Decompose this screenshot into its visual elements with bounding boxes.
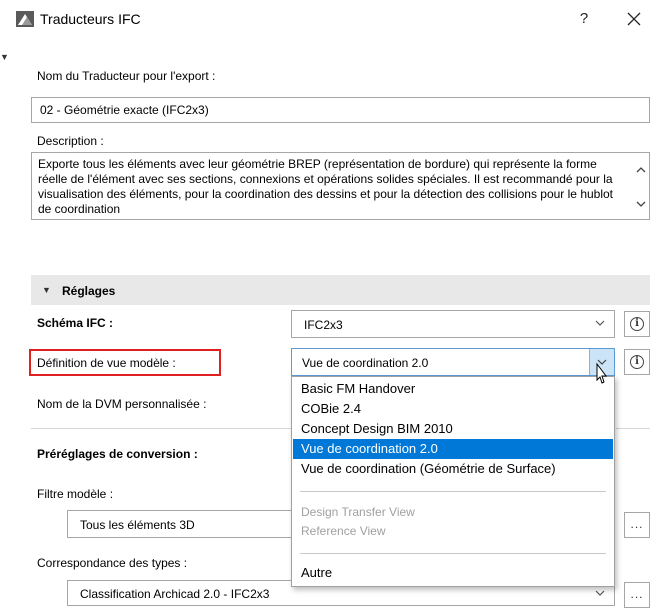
description-label: Description : — [37, 134, 104, 148]
model-filter-more-button[interactable]: ... — [624, 512, 650, 538]
translator-name-input[interactable]: 02 - Géométrie exacte (IFC2x3) — [31, 97, 650, 123]
dropdown-item-cobie[interactable]: COBie 2.4 — [293, 399, 613, 419]
mvd-value: Vue de coordination 2.0 — [302, 356, 429, 370]
close-button[interactable] — [620, 6, 648, 32]
mvd-dropdown-list: Basic FM Handover COBie 2.4 Concept Desi… — [291, 376, 615, 587]
dropdown-item-coordination-view[interactable]: Vue de coordination 2.0 — [293, 439, 613, 459]
app-icon — [16, 11, 34, 27]
mvd-label: Définition de vue modèle : — [37, 356, 176, 370]
type-mapping-more-button[interactable]: ... — [624, 582, 650, 608]
divider — [616, 428, 650, 429]
chevron-down-icon — [595, 590, 605, 596]
chevron-down-icon — [595, 320, 605, 326]
ifc-schema-label: Schéma IFC : — [37, 316, 114, 330]
dropdown-item-coordination-surface[interactable]: Vue de coordination (Géométrie de Surfac… — [293, 459, 613, 479]
custom-mvd-label: Nom de la DVM personnalisée : — [37, 397, 207, 411]
type-mapping-label: Correspondance des types : — [37, 556, 188, 570]
model-filter-label: Filtre modèle : — [37, 487, 114, 501]
conversion-presets-label: Préréglages de conversion : — [37, 447, 198, 461]
window-title: Traducteurs IFC — [40, 11, 141, 27]
translator-name-value: 02 - Géométrie exacte (IFC2x3) — [40, 103, 209, 117]
scroll-up-icon[interactable] — [634, 163, 648, 177]
dropdown-item-concept-design[interactable]: Concept Design BIM 2010 — [293, 419, 613, 439]
info-icon: i — [630, 317, 644, 331]
dropdown-separator — [300, 553, 606, 554]
help-button[interactable]: ? — [572, 8, 596, 30]
dropdown-item-reference-view: Reference View — [301, 524, 386, 538]
close-icon — [627, 12, 641, 26]
mouse-cursor-icon — [596, 362, 607, 384]
description-text: Exporte tous les éléments avec leur géom… — [38, 157, 614, 216]
model-filter-value: Tous les éléments 3D — [80, 518, 195, 532]
dropdown-item-other[interactable]: Autre — [293, 563, 613, 583]
info-icon: i — [630, 355, 644, 369]
more-label: ... — [630, 587, 644, 601]
ifc-schema-select[interactable]: IFC2x3 — [291, 310, 615, 338]
more-label: ... — [630, 517, 644, 531]
settings-section-header[interactable] — [31, 275, 650, 305]
mvd-info-button[interactable]: i — [624, 349, 650, 375]
mvd-select[interactable]: Vue de coordination 2.0 — [291, 348, 615, 376]
divider — [31, 428, 291, 429]
description-textarea[interactable]: Exporte tous les éléments avec leur géom… — [31, 152, 650, 220]
dropdown-item-basic-fm-handover[interactable]: Basic FM Handover — [293, 379, 613, 399]
dropdown-item-design-transfer: Design Transfer View — [301, 505, 415, 519]
collapse-caret-icon[interactable]: ▼ — [0, 52, 12, 62]
ifc-schema-value: IFC2x3 — [304, 318, 343, 332]
schema-info-button[interactable]: i — [624, 311, 650, 337]
translator-name-label: Nom du Traducteur pour l'export : — [37, 69, 216, 83]
type-mapping-value: Classification Archicad 2.0 - IFC2x3 — [80, 587, 270, 601]
dropdown-separator — [300, 491, 606, 492]
settings-section-label: Réglages — [62, 284, 116, 298]
collapse-caret-icon[interactable]: ▼ — [42, 281, 51, 299]
scroll-down-icon[interactable] — [634, 197, 648, 211]
